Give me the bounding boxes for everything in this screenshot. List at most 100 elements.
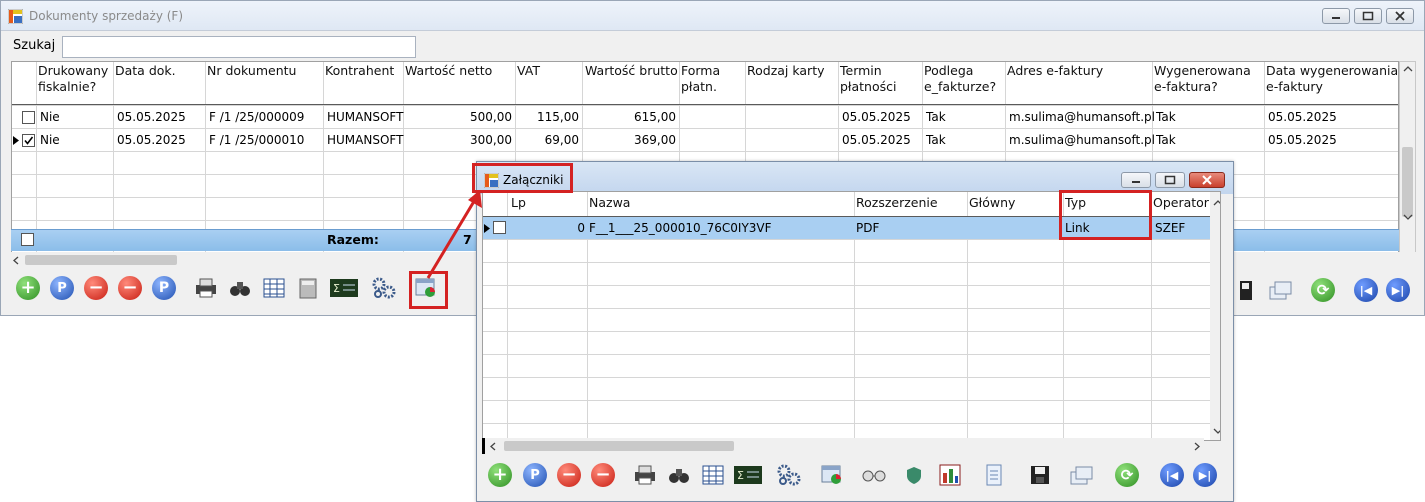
scroll-left-icon[interactable] — [490, 442, 496, 451]
first-attachment-button[interactable]: |◀ — [1159, 462, 1185, 488]
dialog-close-button[interactable] — [1189, 172, 1225, 188]
filter-button[interactable] — [261, 275, 287, 301]
col-header-adres[interactable]: Adres e-faktury — [1007, 63, 1103, 79]
delete-button[interactable]: − — [83, 275, 109, 301]
settings-button[interactable] — [371, 275, 397, 301]
floppy-icon — [1031, 466, 1049, 484]
last-attachment-button[interactable]: ▶| — [1192, 462, 1218, 488]
refresh-button[interactable]: ⟳ — [1310, 277, 1336, 303]
add-button[interactable]: + — [15, 275, 41, 301]
main-titlebar: Dokumenty sprzedaży (F) — [1, 1, 1424, 31]
calculator-button[interactable] — [295, 275, 321, 301]
cell-brutto: 369,00 — [634, 133, 676, 147]
col-header-kontrahent[interactable]: Kontrahent — [325, 63, 394, 79]
binoculars-icon — [230, 282, 250, 296]
scroll-up-icon[interactable] — [1213, 200, 1221, 206]
delete-confirm-attachment-button[interactable]: − — [590, 462, 616, 488]
dialog-h-scroll-thumb[interactable] — [504, 441, 734, 451]
summary-checkbox[interactable] — [21, 233, 34, 246]
cell-vat: 115,00 — [537, 110, 579, 124]
cell-nr: F /1 /25/000010 — [209, 133, 305, 147]
col-header-karta[interactable]: Rodzaj karty — [747, 63, 825, 79]
scroll-up-icon[interactable] — [1403, 66, 1413, 72]
col-header-rozszerzenie[interactable]: Rozszerzenie — [856, 195, 938, 211]
col-header-fiskalny[interactable]: Drukowany fiskalnie? — [38, 63, 112, 95]
dialog-horizontal-scrollbar[interactable] — [482, 438, 1204, 454]
col-header-vat[interactable]: VAT — [517, 63, 540, 79]
p-icon: P — [152, 276, 176, 300]
close-button[interactable] — [1386, 8, 1414, 24]
table-row[interactable]: Nie 05.05.2025 F /1 /25/000009 HUMANSOFT… — [12, 105, 1398, 128]
preview-button[interactable]: P — [49, 275, 75, 301]
scroll-down-icon[interactable] — [1403, 214, 1413, 220]
empty-row — [483, 239, 1220, 262]
filter-attachment-button[interactable] — [700, 462, 726, 488]
windows-button[interactable] — [1268, 277, 1294, 303]
refresh-icon: ⟳ — [1311, 278, 1335, 302]
h-scroll-thumb[interactable] — [25, 255, 177, 265]
sum-attachment-button[interactable]: Σ — [733, 462, 763, 488]
document-button[interactable] — [981, 462, 1007, 488]
col-header-netto[interactable]: Wartość netto — [405, 63, 492, 79]
preview-attachment-button[interactable]: P — [522, 462, 548, 488]
row-checkbox[interactable] — [22, 111, 35, 124]
delete-attachment-button[interactable]: − — [556, 462, 582, 488]
cell-adres: m.sulima@humansoft.pl — [1009, 110, 1156, 124]
minimize-button[interactable] — [1322, 8, 1350, 24]
row-checkbox[interactable] — [493, 221, 506, 234]
col-header-nazwa[interactable]: Nazwa — [589, 195, 630, 211]
highlight-typ-column — [1059, 190, 1152, 240]
maximize-button[interactable] — [1354, 8, 1382, 24]
row-checkbox-checked[interactable] — [22, 134, 35, 147]
table-row[interactable]: Nie 05.05.2025 F /1 /25/000010 HUMANSOFT… — [12, 128, 1398, 151]
refresh-attachment-button[interactable]: ⟳ — [1114, 462, 1140, 488]
sum-button[interactable]: Σ — [329, 275, 359, 301]
col-header-data[interactable]: Data dok. — [115, 63, 176, 79]
save-button[interactable] — [1234, 277, 1260, 303]
settings-attachment-button[interactable] — [776, 462, 802, 488]
col-header-nr[interactable]: Nr dokumentu — [207, 63, 296, 79]
find-attachment-button[interactable] — [666, 462, 692, 488]
attachments-nested-button[interactable] — [819, 462, 845, 488]
scroll-thumb[interactable] — [1402, 147, 1413, 217]
col-header-brutto[interactable]: Wartość brutto — [585, 63, 678, 79]
scroll-left-icon[interactable] — [13, 256, 19, 265]
col-header-glowny[interactable]: Główny — [969, 195, 1015, 211]
attachments-icon — [821, 465, 841, 484]
scroll-down-icon[interactable] — [1213, 428, 1221, 434]
col-header-lp[interactable]: Lp — [511, 195, 526, 211]
search-input[interactable] — [62, 36, 416, 58]
find-button[interactable] — [227, 275, 253, 301]
dialog-minimize-button[interactable] — [1121, 172, 1151, 188]
col-header-wygenerowana[interactable]: Wygenerowana e-faktura? — [1154, 63, 1260, 95]
cell-wygenerowana: Tak — [1156, 110, 1176, 124]
dialog-vertical-scrollbar[interactable] — [1210, 192, 1221, 440]
print-attachment-button[interactable] — [632, 462, 658, 488]
printer-icon — [635, 465, 655, 485]
print-button[interactable] — [193, 275, 219, 301]
shield-button[interactable] — [901, 462, 927, 488]
cell-adres: m.sulima@humansoft.pl — [1009, 133, 1156, 147]
save-attachment-button[interactable] — [1027, 462, 1053, 488]
col-header-operator[interactable]: Operator — [1153, 195, 1209, 211]
last-record-button[interactable]: ▶| — [1385, 277, 1411, 303]
plus-icon: + — [16, 276, 40, 300]
windows-attachment-button[interactable] — [1069, 462, 1095, 488]
col-header-termin[interactable]: Termin płatności — [840, 63, 906, 95]
minus-icon: − — [557, 463, 581, 487]
scroll-right-icon[interactable] — [1194, 442, 1200, 451]
report-button[interactable] — [937, 462, 963, 488]
add-attachment-button[interactable]: + — [487, 462, 513, 488]
dialog-maximize-button[interactable] — [1155, 172, 1185, 188]
post-button[interactable]: P — [151, 275, 177, 301]
cell-podlega: Tak — [926, 133, 946, 147]
col-header-data-gen[interactable]: Data wygenerowania e-faktury — [1266, 63, 1398, 95]
view-button[interactable] — [861, 462, 887, 488]
cell-data: 05.05.2025 — [117, 110, 186, 124]
annotation-arrow — [426, 190, 482, 279]
delete-confirm-button[interactable]: − — [117, 275, 143, 301]
col-header-forma[interactable]: Forma płatn. — [681, 63, 737, 95]
vertical-scrollbar[interactable] — [1399, 61, 1416, 253]
first-record-button[interactable]: |◀ — [1353, 277, 1379, 303]
col-header-podlega[interactable]: Podlega e_fakturze? — [924, 63, 1004, 95]
